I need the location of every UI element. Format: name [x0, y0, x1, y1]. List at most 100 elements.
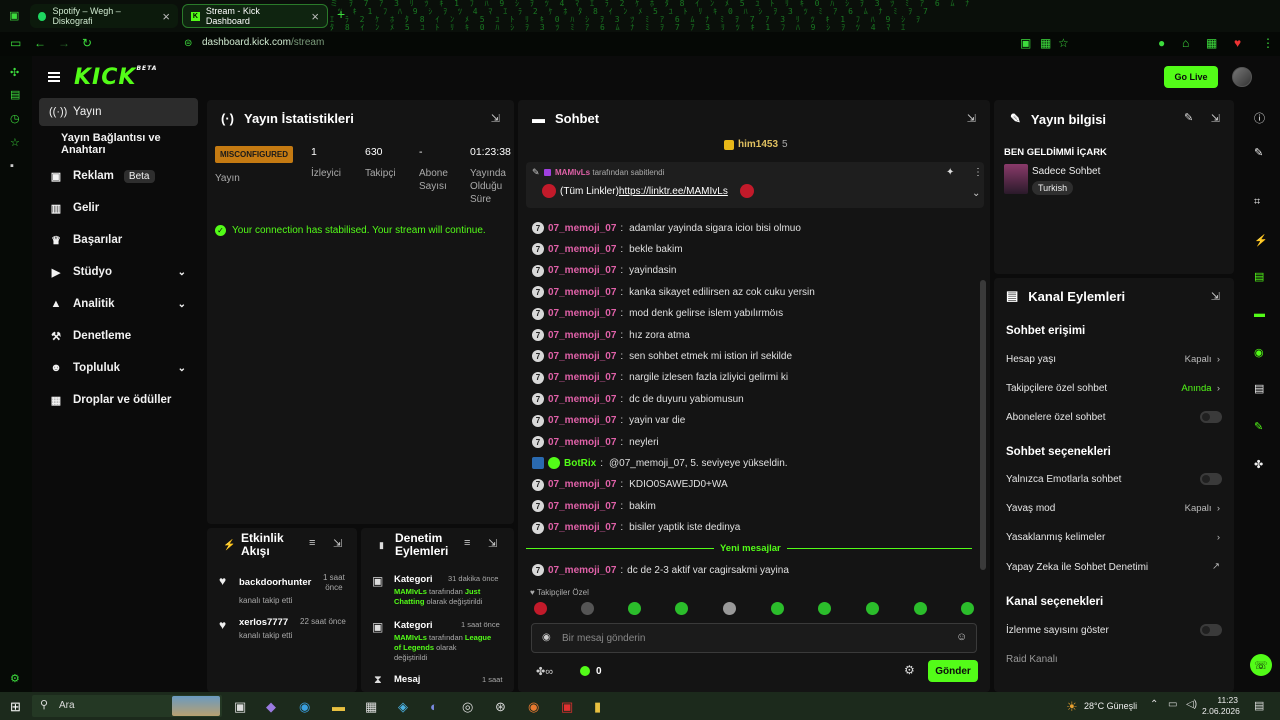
- bookmark-icon[interactable]: ☆: [10, 136, 20, 149]
- sidebar-item-studio[interactable]: ▶ Stüdyo ⌄: [39, 258, 198, 286]
- app-icon[interactable]: ⊛: [495, 699, 506, 715]
- network-icon[interactable]: ✣: [10, 66, 19, 79]
- pen-icon[interactable]: ✎: [1254, 146, 1263, 159]
- sidebar-item-moderation[interactable]: ⚒ Denetleme: [39, 322, 198, 350]
- sidebar-item-achievements[interactable]: ♛ Başarılar: [39, 226, 198, 254]
- app-icon[interactable]: ▮: [594, 699, 601, 715]
- crop-icon[interactable]: ⌗: [1254, 196, 1260, 209]
- filter-icon[interactable]: ≡: [309, 537, 315, 549]
- show-viewers-toggle[interactable]: [1200, 624, 1222, 636]
- chat-input[interactable]: ◉ Bir mesaj gönderin ☺: [531, 623, 977, 653]
- new-tab-icon[interactable]: +: [337, 6, 345, 22]
- chat-username[interactable]: 07_memoji_07: [548, 372, 616, 383]
- close-icon[interactable]: ×: [311, 9, 319, 24]
- points-icon[interactable]: ✤: [1254, 458, 1263, 471]
- emote-icon[interactable]: [866, 602, 879, 615]
- chat-username[interactable]: BotRix: [564, 458, 596, 469]
- sidebar-item-revenue[interactable]: ▥ Gelir: [39, 194, 198, 222]
- broadcast-icon[interactable]: ◉: [1254, 346, 1264, 359]
- notifications-icon[interactable]: ▤: [1254, 699, 1264, 712]
- lightning-icon[interactable]: ⚡: [1254, 234, 1268, 247]
- popout-icon[interactable]: ⇲: [491, 112, 500, 125]
- followers-chat-value[interactable]: Anında ›: [1181, 383, 1220, 394]
- followers-chat-label[interactable]: Takipçilere özel sohbet: [1006, 383, 1107, 394]
- popout-icon[interactable]: ⇲: [488, 537, 497, 550]
- raid-channel-label[interactable]: Raid Kanalı: [1006, 654, 1058, 665]
- send-button[interactable]: Gönder: [928, 660, 978, 682]
- info-icon[interactable]: ⓘ: [1254, 110, 1265, 126]
- emote-icon[interactable]: [818, 602, 831, 615]
- messenger-icon[interactable]: ▤: [10, 88, 20, 101]
- reload-icon[interactable]: ↻: [82, 36, 92, 50]
- ai-moderation-label[interactable]: Yapay Zeka ile Sohbet Denetimi: [1006, 562, 1148, 573]
- gear-icon[interactable]: ⚙: [904, 663, 915, 677]
- chat-icon[interactable]: ▬: [1254, 308, 1265, 320]
- account-age-label[interactable]: Hesap yaşı: [1006, 354, 1056, 365]
- filter-icon[interactable]: ≡: [464, 537, 470, 549]
- taskbar-search[interactable]: ⚲ Ara: [32, 695, 222, 717]
- app-icon[interactable]: ◈: [398, 699, 408, 715]
- chat-username[interactable]: 07_memoji_07: [548, 394, 616, 405]
- screenshot-icon[interactable]: ▣: [1020, 36, 1031, 50]
- extension-icon[interactable]: ⌂: [1182, 36, 1189, 50]
- points-icon[interactable]: ✤∞: [536, 665, 553, 678]
- emote-icon[interactable]: [675, 602, 688, 615]
- emote-only-toggle[interactable]: [1200, 473, 1222, 485]
- chat-username[interactable]: 07_memoji_07: [548, 265, 616, 276]
- volume-icon[interactable]: ◁): [1186, 699, 1197, 710]
- tab-spotify[interactable]: Spotify – Wegh – Diskografi ×: [30, 4, 178, 28]
- emoji-icon[interactable]: ☺: [956, 631, 967, 643]
- firefox-icon[interactable]: ◉: [528, 699, 539, 715]
- url-field[interactable]: dashboard.kick.com/stream: [202, 37, 324, 48]
- event-user[interactable]: backdoorhunter: [239, 577, 311, 588]
- tab-overview-icon[interactable]: ▣: [9, 9, 19, 22]
- account-age-value[interactable]: Kapalı ›: [1185, 354, 1220, 365]
- network-icon[interactable]: ▭: [1168, 699, 1177, 710]
- steam-icon[interactable]: ◎: [462, 699, 473, 715]
- chat-username[interactable]: 07_memoji_07: [548, 351, 616, 362]
- menu-icon[interactable]: ⋮: [1262, 36, 1274, 50]
- star-icon[interactable]: ☆: [1058, 36, 1069, 50]
- slow-mode-value[interactable]: Kapalı ›: [1185, 503, 1220, 514]
- windows-start-icon[interactable]: ⊞: [10, 699, 21, 715]
- category-name[interactable]: Sadece Sohbet: [1032, 166, 1100, 177]
- settings-icon[interactable]: ⚙: [10, 672, 20, 685]
- copilot-icon[interactable]: ◆: [266, 699, 276, 715]
- event-user[interactable]: xerlos7777: [239, 617, 288, 628]
- task-view-icon[interactable]: ▣: [234, 699, 246, 715]
- emote-icon[interactable]: [534, 602, 547, 615]
- forward-icon[interactable]: →: [58, 36, 70, 50]
- emote-icon[interactable]: [723, 602, 736, 615]
- chat-username[interactable]: 07_memoji_07: [548, 308, 616, 319]
- top-gifter[interactable]: him1453 5: [724, 139, 788, 150]
- wallet-icon[interactable]: ▪: [10, 160, 14, 172]
- site-info-icon[interactable]: ⊜: [184, 38, 192, 49]
- tray-arrow-icon[interactable]: ⌃: [1150, 699, 1158, 710]
- extensions-icon[interactable]: ▦: [1206, 36, 1217, 50]
- chat-scrollbar[interactable]: [980, 280, 986, 570]
- sidebar-toggle-icon[interactable]: ▭: [10, 36, 21, 50]
- support-icon[interactable]: ☏: [1250, 654, 1272, 676]
- sidebar-item-stream-key[interactable]: Yayın Bağlantısı ve Anahtarı: [39, 130, 198, 158]
- sidebar-item-stream[interactable]: ((·)) Yayın: [39, 98, 198, 126]
- chat-username[interactable]: 07_memoji_07: [548, 330, 616, 341]
- explorer-icon[interactable]: ▬: [332, 699, 345, 714]
- popout-icon[interactable]: ⇲: [1211, 290, 1220, 303]
- sidebar-item-ads[interactable]: ▣ Reklam Beta: [39, 162, 198, 190]
- popout-icon[interactable]: ⇲: [967, 112, 976, 125]
- chevron-down-icon[interactable]: ⌄: [972, 188, 980, 199]
- banned-words-label[interactable]: Yasaklanmış kelimeler: [1006, 532, 1105, 543]
- weather-text[interactable]: 28°C Güneşli: [1084, 701, 1137, 711]
- chat-username[interactable]: 07_memoji_07: [548, 479, 616, 490]
- emote-icon[interactable]: [628, 602, 641, 615]
- chat-username[interactable]: 07_memoji_07: [548, 415, 616, 426]
- app-icon[interactable]: ▣: [561, 699, 573, 715]
- popout-icon[interactable]: ⇲: [1211, 112, 1220, 125]
- chat-username[interactable]: 07_memoji_07: [548, 223, 616, 234]
- slow-mode-label[interactable]: Yavaş mod: [1006, 503, 1055, 514]
- pinned-link[interactable]: https://linktr.ee/MAMIvLs: [619, 186, 728, 197]
- close-icon[interactable]: ×: [162, 9, 170, 24]
- chat-username[interactable]: 07_memoji_07: [548, 244, 616, 255]
- clock-icon[interactable]: ◷: [10, 112, 20, 125]
- sidebar-item-analytics[interactable]: ▲ Analitik ⌄: [39, 290, 198, 318]
